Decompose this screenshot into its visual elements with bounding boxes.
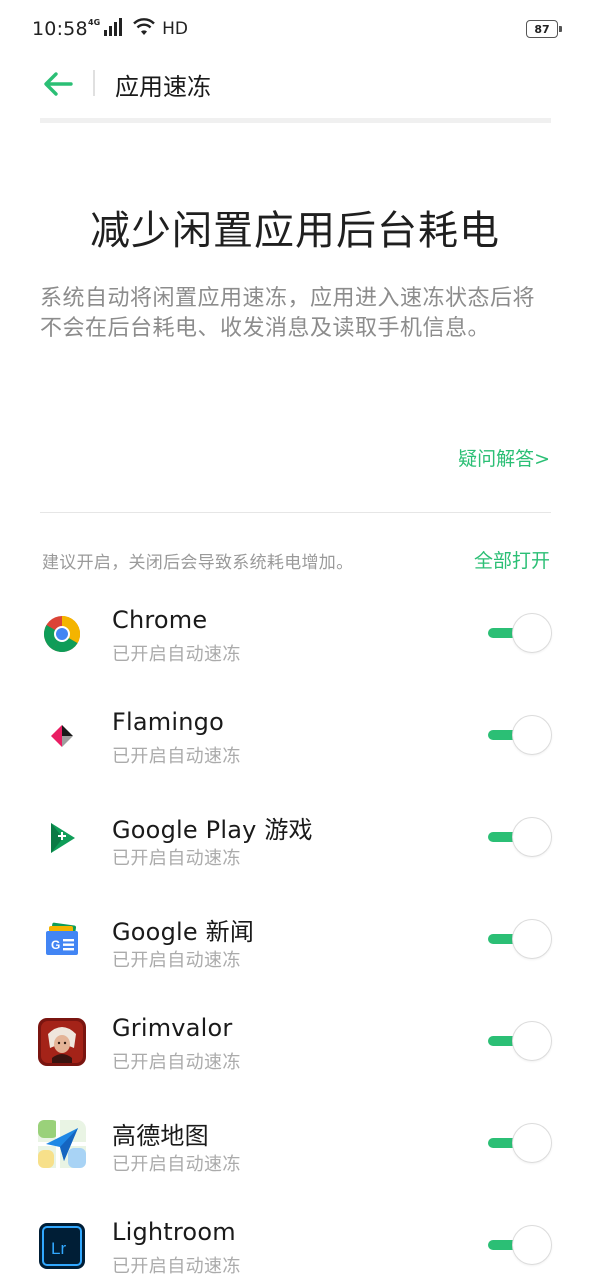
wifi-icon (132, 18, 156, 40)
hd-label: HD (162, 19, 189, 39)
toggle-knob (512, 817, 552, 857)
status-icons: 4G HD (88, 17, 188, 41)
lightroom-icon: Lr (38, 1222, 86, 1270)
list-item[interactable]: Chrome 已开启自动速冻 (0, 582, 590, 684)
app-status: 已开启自动速冻 (112, 1052, 241, 1073)
app-list: Chrome 已开启自动速冻 Flamingo 已开启自动速冻 Google P… (0, 582, 590, 1280)
app-status: 已开启自动速冻 (112, 1256, 241, 1277)
flamingo-icon (38, 712, 86, 760)
app-name: Google 新闻 (112, 918, 255, 946)
freeze-toggle[interactable] (486, 919, 552, 959)
status-bar: 10:58 4G HD 87 (0, 0, 590, 60)
list-item[interactable]: Lr Lightroom 已开启自动速冻 (0, 1194, 590, 1280)
app-name: Flamingo (112, 708, 224, 736)
battery-level: 87 (534, 22, 550, 36)
list-item[interactable]: 高德地图 已开启自动速冻 (0, 1092, 590, 1194)
app-status: 已开启自动速冻 (112, 746, 241, 767)
header-divider-bar (40, 118, 551, 123)
status-time: 10:58 (32, 18, 88, 40)
list-hint: 建议开启，关闭后会导致系统耗电增加。 (42, 553, 354, 573)
list-item[interactable]: G Google 新闻 已开启自动速冻 (0, 888, 590, 990)
google-play-games-icon (38, 814, 86, 862)
grimvalor-icon (38, 1018, 86, 1066)
app-name: Grimvalor (112, 1014, 233, 1042)
faq-link[interactable]: 疑问解答> (458, 444, 550, 471)
toggle-knob (512, 1123, 552, 1163)
hero-description: 系统自动将闲置应用速冻，应用进入速冻状态后将不会在后台耗电、收发消息及读取手机信… (40, 286, 536, 341)
network-type-label: 4G (88, 17, 101, 27)
toggle-knob (512, 1225, 552, 1265)
google-news-icon: G (38, 916, 86, 964)
toggle-knob (512, 613, 552, 653)
section-divider (40, 512, 551, 513)
app-status: 已开启自动速冻 (112, 1154, 241, 1175)
list-item[interactable]: Grimvalor 已开启自动速冻 (0, 990, 590, 1092)
app-name: 高德地图 (112, 1122, 209, 1150)
app-name: Chrome (112, 606, 208, 634)
amap-icon (38, 1120, 86, 1168)
freeze-toggle[interactable] (486, 817, 552, 857)
freeze-toggle[interactable] (486, 715, 552, 755)
header-divider (93, 70, 95, 96)
hero-title: 减少闲置应用后台耗电 (90, 208, 500, 254)
app-name: Google Play 游戏 (112, 816, 313, 844)
freeze-toggle[interactable] (486, 1225, 552, 1265)
page-header: 应用速冻 (0, 60, 590, 120)
svg-text:G: G (51, 938, 60, 952)
app-status: 已开启自动速冻 (112, 644, 241, 665)
freeze-toggle[interactable] (486, 1021, 552, 1061)
battery-icon: 87 (526, 20, 562, 38)
signal-icon (104, 18, 124, 40)
open-all-button[interactable]: 全部打开 (474, 546, 550, 573)
svg-text:Lr: Lr (51, 1239, 66, 1258)
list-item[interactable]: Flamingo 已开启自动速冻 (0, 684, 590, 786)
toggle-knob (512, 919, 552, 959)
freeze-toggle[interactable] (486, 613, 552, 653)
list-item[interactable]: Google Play 游戏 已开启自动速冻 (0, 786, 590, 888)
app-status: 已开启自动速冻 (112, 848, 241, 869)
page-title: 应用速冻 (115, 73, 211, 101)
freeze-toggle[interactable] (486, 1123, 552, 1163)
arrow-left-icon (43, 71, 73, 101)
app-name: Lightroom (112, 1218, 236, 1246)
back-button[interactable] (38, 66, 78, 106)
toggle-knob (512, 1021, 552, 1061)
app-status: 已开启自动速冻 (112, 950, 241, 971)
chrome-icon (38, 610, 86, 658)
toggle-knob (512, 715, 552, 755)
